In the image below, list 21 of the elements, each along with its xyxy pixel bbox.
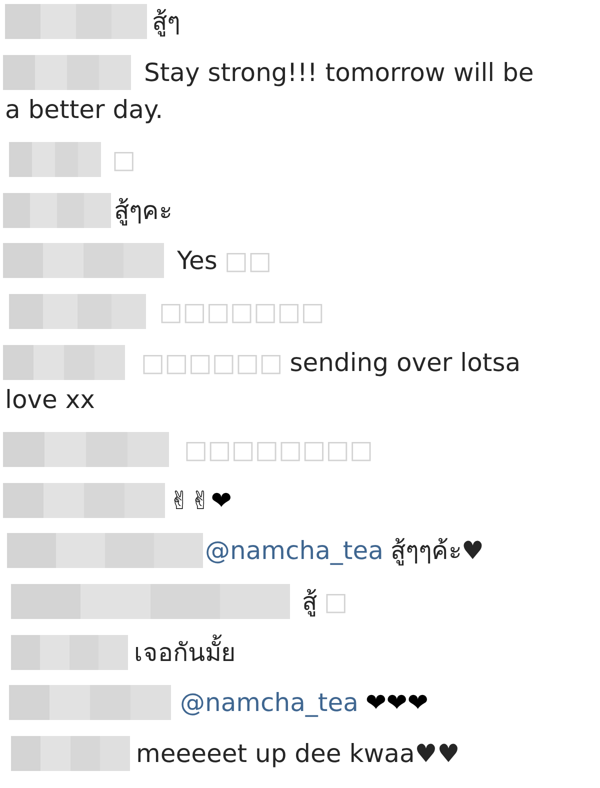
missing-glyph-text: □□□□□□□ [159,296,324,328]
comment-text: love xx [5,384,95,416]
comment-text: สู้ [302,586,317,618]
comment-text: สู้ๆคะ [114,194,172,228]
emoji-text: ✌✌❤ [169,484,232,517]
missing-glyph-text: □□□□□□ [141,346,283,379]
comment-text: Stay strong!!! tomorrow will be [144,56,534,89]
comment-text: Yes [177,245,218,278]
comment-text: a better day. [5,94,164,126]
missing-glyph-text: □□ [224,245,272,278]
comment-text: meeeeet up dee kwaa♥♥ [136,738,460,770]
comment-text: สู้ๆ [152,6,180,38]
comment-text: sending over lotsa [290,346,521,379]
missing-glyph-text: □ [324,586,348,618]
mention-link[interactable]: @namcha_tea [205,532,384,570]
comment-text: สู้ๆๆค้ะ♥ [390,535,484,568]
emoji-text: ❤❤❤ [365,687,428,720]
missing-glyph-text: □ [112,144,136,176]
mention-link[interactable]: @namcha_tea [180,684,358,722]
missing-glyph-text: □□□□□□□□ [184,434,373,466]
comment-text: เจอกันมั้ย [134,634,236,671]
